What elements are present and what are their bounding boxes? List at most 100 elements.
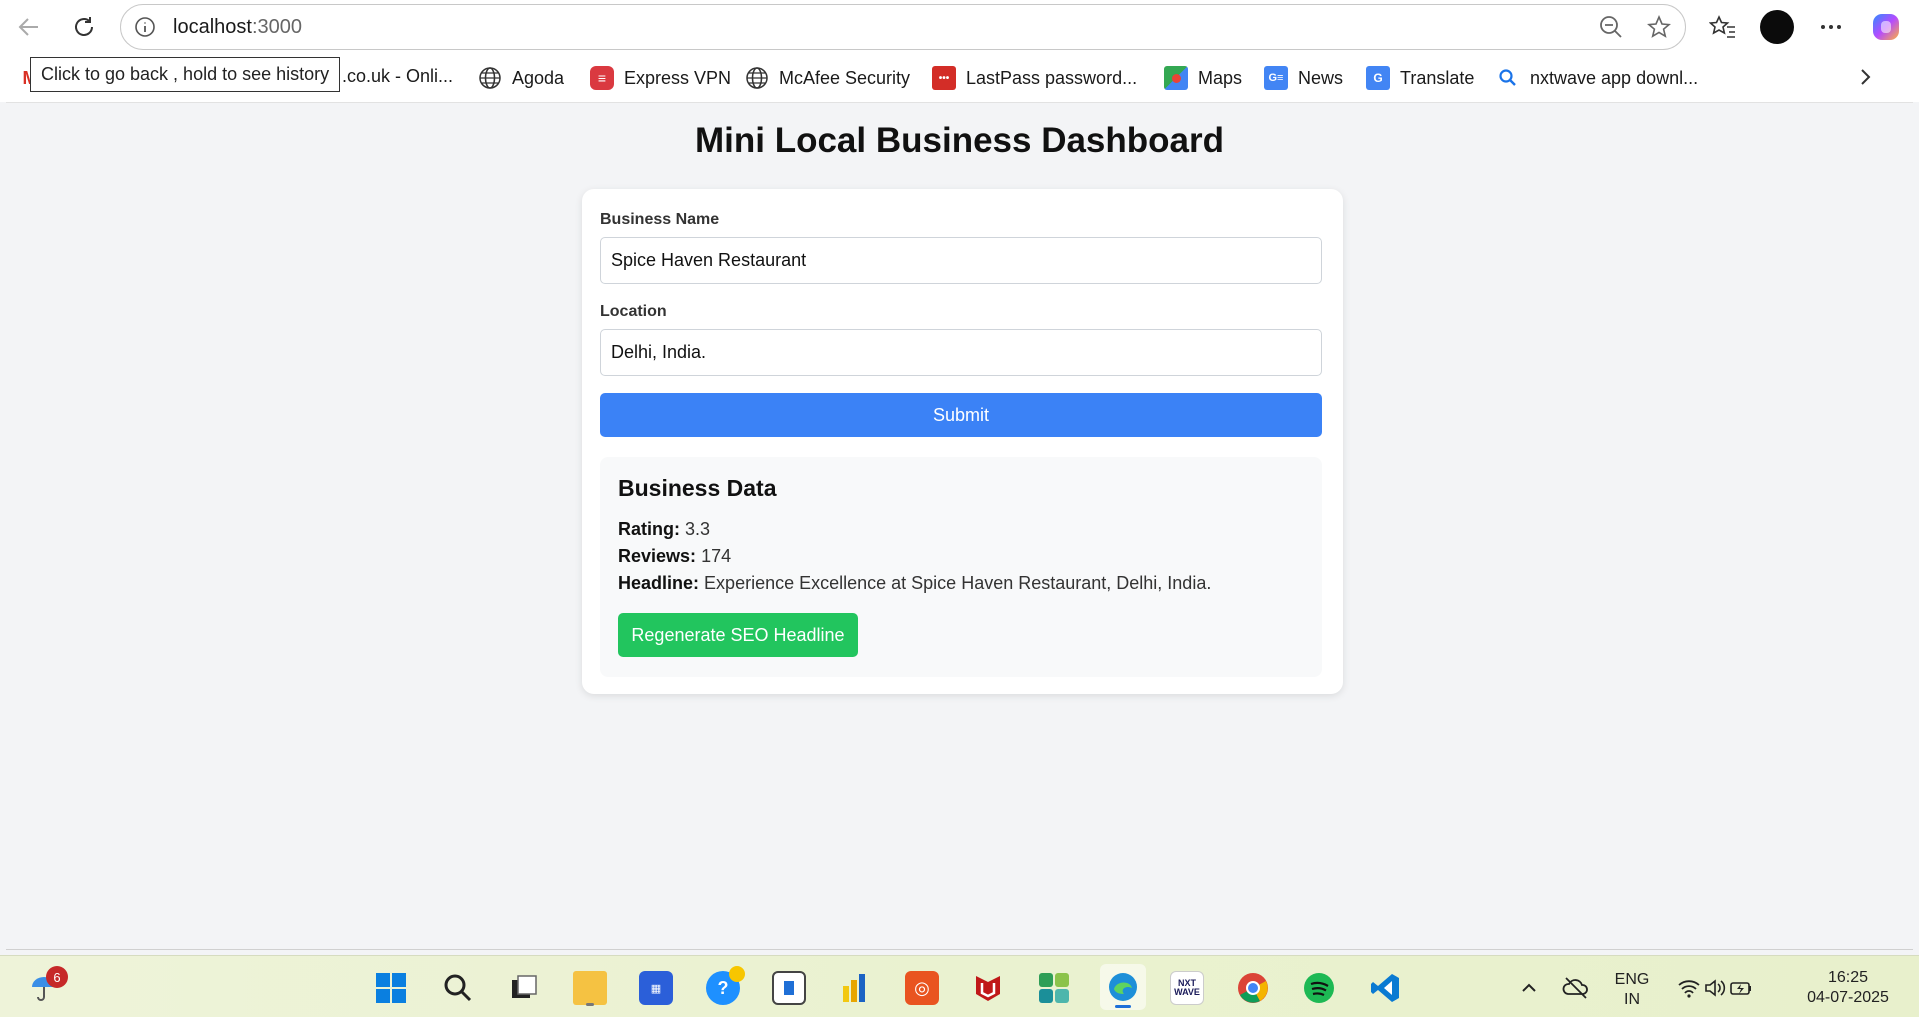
bookmark-news[interactable]: G≡ News [1264, 66, 1343, 90]
page-viewport: Mini Local Business Dashboard Business N… [6, 102, 1913, 950]
power-bi-icon [839, 972, 871, 1004]
taskbar-search-button[interactable] [438, 968, 478, 1008]
input-language-indicator[interactable]: ENG IN [1612, 970, 1652, 1010]
task-view-button[interactable] [504, 968, 544, 1008]
start-icon [374, 971, 408, 1005]
network-volume-battery[interactable] [1670, 968, 1760, 1008]
business-name-input[interactable]: Spice Haven Restaurant [600, 237, 1322, 284]
file-explorer-icon [573, 971, 607, 1005]
chrome-icon [1236, 971, 1270, 1005]
rating-row: Rating: 3.3 [618, 519, 710, 540]
site-info-icon[interactable] [133, 15, 157, 39]
back-button-tooltip: Click to go back , hold to see history [30, 57, 340, 92]
bookmark-agoda[interactable]: Agoda [478, 66, 564, 90]
refresh-icon [71, 14, 97, 40]
chevron-right-icon [1854, 66, 1876, 88]
bookmark-mcafee[interactable]: McAfee Security [745, 66, 910, 90]
avatar [1760, 10, 1794, 44]
nxtwave-icon: NXTWAVE [1170, 971, 1204, 1005]
favorites-list-icon [1709, 13, 1737, 41]
copilot-button[interactable] [1866, 7, 1906, 47]
location-input[interactable]: Delhi, India. [600, 329, 1322, 376]
more-menu-button[interactable] [1811, 7, 1851, 47]
volume-icon [1702, 975, 1728, 1001]
refresh-button[interactable] [64, 7, 104, 47]
business-form-card: Business Name Spice Haven Restaurant Loc… [582, 189, 1343, 694]
bookmark-lastpass[interactable]: ••• LastPass password... [932, 66, 1137, 90]
file-explorer-button[interactable] [570, 968, 610, 1008]
app-grid-button[interactable] [1034, 968, 1074, 1008]
ubuntu-button[interactable]: ◎ [902, 968, 942, 1008]
spotify-icon [1302, 971, 1336, 1005]
edge-icon [1106, 970, 1140, 1004]
bookmark-co-uk[interactable]: .co.uk - Onli... [342, 66, 453, 87]
globe-icon [745, 66, 769, 90]
back-button[interactable] [9, 7, 49, 47]
address-bar[interactable]: localhost:3000 [120, 4, 1686, 50]
zoom-out-icon[interactable] [1597, 13, 1625, 41]
system-clock[interactable]: 16:25 04-07-2025 [1790, 968, 1906, 1008]
mcafee-icon [972, 972, 1004, 1004]
rating-label: Rating: [618, 519, 680, 539]
google-news-icon: G≡ [1264, 66, 1288, 90]
task-view-icon [508, 972, 540, 1004]
edge-button[interactable] [1100, 964, 1146, 1010]
business-name-label: Business Name [600, 211, 719, 229]
maps-icon [1164, 66, 1188, 90]
globe-icon [478, 66, 502, 90]
submit-button[interactable]: Submit [600, 393, 1322, 437]
favorites-button[interactable] [1703, 7, 1743, 47]
regenerate-seo-headline-button[interactable]: Regenerate SEO Headline [618, 613, 858, 657]
back-arrow-icon [16, 14, 42, 40]
app-window-button[interactable] [769, 968, 809, 1008]
vscode-icon [1368, 971, 1402, 1005]
bookmark-translate[interactable]: G Translate [1366, 66, 1474, 90]
reviews-label: Reviews: [618, 546, 696, 566]
mcafee-button[interactable] [968, 968, 1008, 1008]
bookmarks-overflow-button[interactable] [1854, 66, 1876, 88]
windows-taskbar: 6 ▦ ? ◎ NXTWAVE [0, 955, 1919, 1017]
headline-row: Headline: Experience Excellence at Spice… [618, 573, 1211, 594]
profile-button[interactable] [1757, 7, 1797, 47]
search-icon [1496, 66, 1520, 90]
show-hidden-icons-button[interactable] [1509, 968, 1549, 1008]
onedrive-button[interactable] [1556, 968, 1596, 1008]
app-grid-icon [1037, 971, 1071, 1005]
reviews-value: 174 [701, 546, 731, 566]
expressvpn-icon: ≡ [590, 66, 614, 90]
power-bi-button[interactable] [835, 968, 875, 1008]
lastpass-icon: ••• [932, 66, 956, 90]
bookmark-maps[interactable]: Maps [1164, 66, 1242, 90]
nxtwave-button[interactable]: NXTWAVE [1167, 968, 1207, 1008]
headline-value: Experience Excellence at Spice Haven Res… [704, 573, 1211, 593]
business-data-heading: Business Data [618, 475, 777, 502]
battery-charging-icon [1728, 975, 1754, 1001]
more-dots-icon [1818, 14, 1844, 40]
page-title: Mini Local Business Dashboard [6, 121, 1913, 161]
headline-label: Headline: [618, 573, 699, 593]
business-data-panel: Business Data Rating: 3.3 Reviews: 174 H… [600, 457, 1322, 677]
url-text[interactable]: localhost:3000 [173, 16, 302, 39]
microsoft-store-icon: ▦ [639, 971, 673, 1005]
copilot-icon [1870, 11, 1902, 43]
microsoft-store-button[interactable]: ▦ [636, 968, 676, 1008]
wifi-icon [1676, 975, 1702, 1001]
clock-date: 04-07-2025 [1790, 988, 1906, 1008]
get-help-button[interactable]: ? [703, 968, 743, 1008]
chrome-button[interactable] [1233, 968, 1273, 1008]
spotify-button[interactable] [1299, 968, 1339, 1008]
favorite-star-icon[interactable] [1645, 13, 1673, 41]
app-window-icon [772, 971, 806, 1005]
browser-toolbar: localhost:3000 [0, 0, 1919, 54]
bookmark-express-vpn[interactable]: ≡ Express VPN [590, 66, 731, 90]
location-label: Location [600, 303, 667, 321]
ubuntu-icon: ◎ [905, 971, 939, 1005]
reviews-row: Reviews: 174 [618, 546, 731, 567]
google-translate-icon: G [1366, 66, 1390, 90]
search-icon [442, 972, 474, 1004]
bookmark-nxtwave-search[interactable]: nxtwave app downl... [1496, 66, 1698, 90]
cloud-offline-icon [1562, 974, 1590, 1002]
vscode-button[interactable] [1365, 968, 1405, 1008]
start-button[interactable] [371, 968, 411, 1008]
weather-badge: 6 [46, 966, 68, 988]
